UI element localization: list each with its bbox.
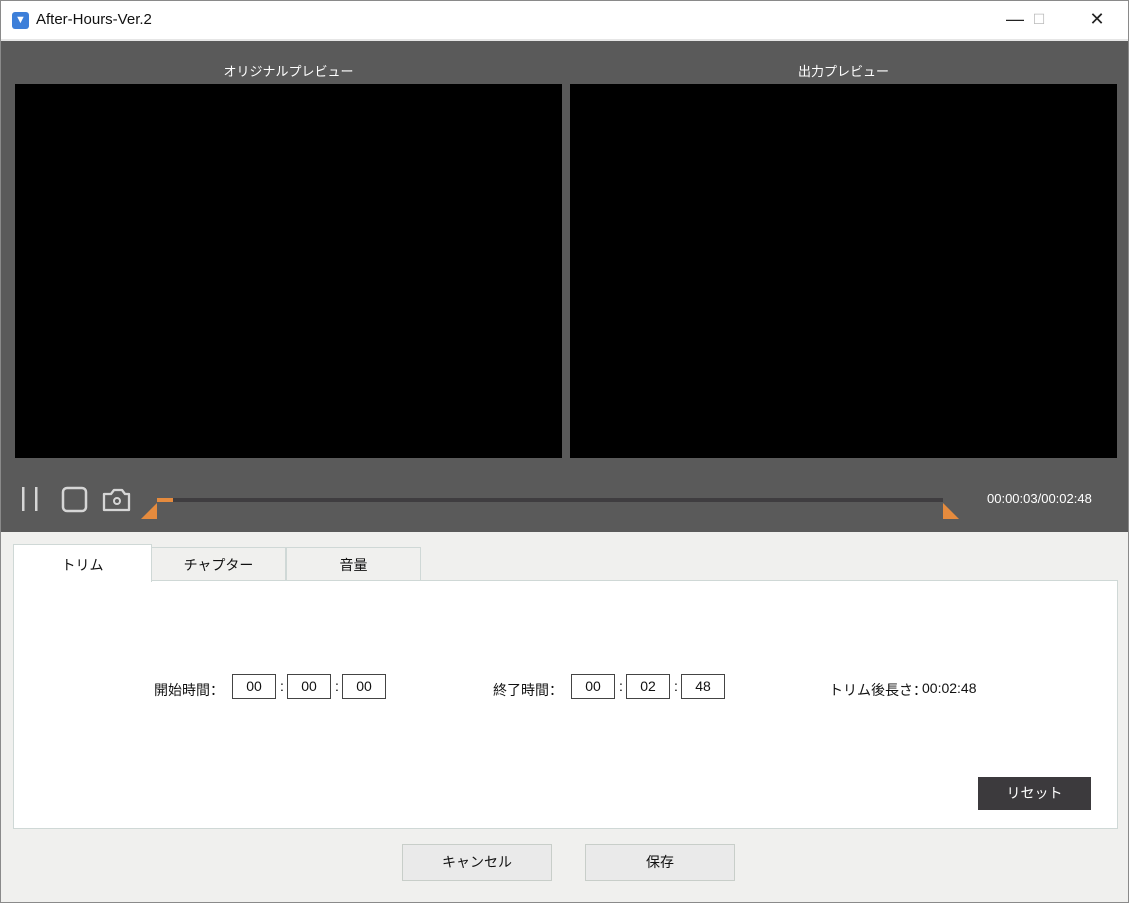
title-bar: ▼ After-Hours-Ver.2 — ☐ ✕ — [1, 1, 1128, 39]
end-hours-input[interactable]: 00 — [571, 674, 615, 699]
start-hours-input[interactable]: 00 — [232, 674, 276, 699]
maximize-button[interactable]: ☐ — [1016, 1, 1062, 39]
window-title: After-Hours-Ver.2 — [36, 11, 152, 28]
trim-length-label: トリム後長さ： — [829, 682, 927, 698]
tab-trim[interactable]: トリム — [13, 544, 152, 582]
seek-progress — [157, 498, 173, 502]
separator: : — [619, 678, 623, 694]
trim-start-handle[interactable] — [141, 503, 157, 519]
close-button[interactable]: ✕ — [1074, 1, 1120, 39]
trim-panel: 開始時間： 00 : 00 : 00 終了時間： 00 : 02 : 48 トリ… — [13, 580, 1118, 829]
stop-icon[interactable] — [61, 486, 89, 514]
time-display: 00:00:03/00:02:48 — [987, 491, 1092, 506]
save-button[interactable]: 保存 — [585, 844, 735, 881]
separator: : — [674, 678, 678, 694]
start-seconds-input[interactable]: 00 — [342, 674, 386, 699]
seek-slider[interactable] — [157, 498, 943, 502]
app-icon: ▼ — [12, 12, 29, 29]
end-seconds-input[interactable]: 48 — [681, 674, 725, 699]
pause-icon[interactable] — [19, 485, 43, 513]
preview-area: オリジナルプレビュー 出力プレビュー 00:00:03/00:02:48 — [1, 39, 1128, 532]
output-preview-label: 出力プレビュー — [797, 64, 889, 79]
separator: : — [280, 678, 284, 694]
end-minutes-input[interactable]: 02 — [626, 674, 670, 699]
camera-icon[interactable] — [101, 486, 133, 514]
trim-end-handle[interactable] — [943, 503, 959, 519]
start-minutes-input[interactable]: 00 — [287, 674, 331, 699]
separator: : — [335, 678, 339, 694]
end-time-label: 終了時間： — [493, 682, 563, 698]
tab-chapter[interactable]: チャプター — [151, 547, 286, 581]
tab-volume[interactable]: 音量 — [286, 547, 421, 581]
trim-length-value: 00:02:48 — [922, 680, 977, 696]
cancel-button[interactable]: キャンセル — [402, 844, 552, 881]
original-preview-label: オリジナルプレビュー — [223, 64, 354, 79]
output-preview-video — [570, 84, 1117, 458]
original-preview-video — [15, 84, 562, 458]
start-time-label: 開始時間： — [154, 682, 224, 698]
reset-button[interactable]: リセット — [978, 777, 1091, 810]
